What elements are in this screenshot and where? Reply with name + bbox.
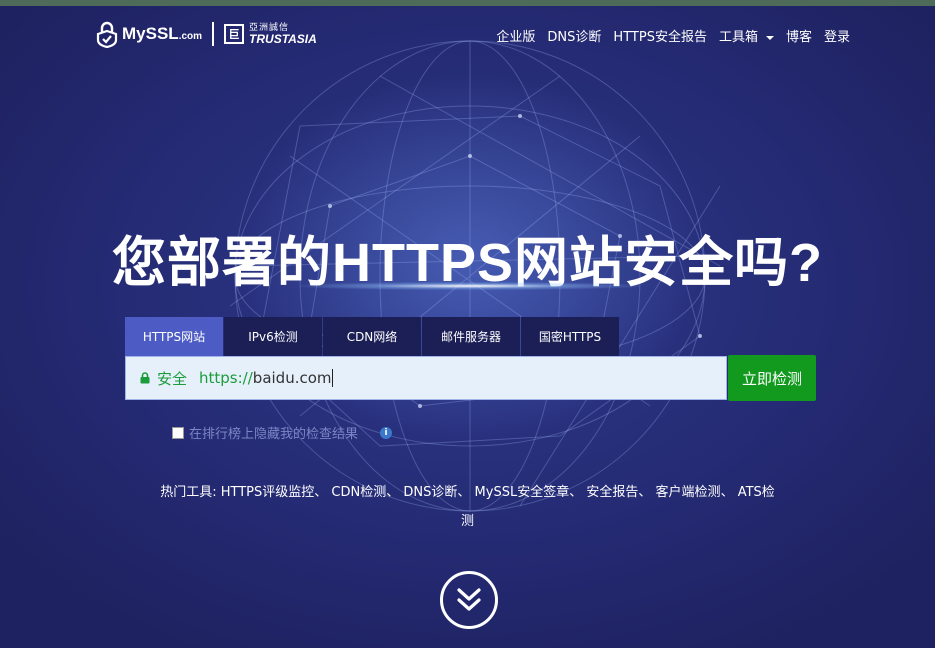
separator: 、 (386, 485, 400, 500)
caret-down-icon (765, 35, 774, 40)
hot-tool-link[interactable]: MySSL安全签章 (475, 485, 570, 500)
padlock-icon (140, 372, 150, 384)
hot-tools: 热门工具: HTTPS评级监控、 CDN检测、 DNS诊断、 MySSL安全签章… (160, 478, 775, 536)
tab-sm-https[interactable]: 国密HTTPS (521, 317, 619, 356)
url-value[interactable]: baidu.com (253, 369, 332, 387)
myssl-logo[interactable]: MySSL.com 巨 亞洲誠信 TRUSTASIA (96, 20, 317, 48)
scroll-down-button[interactable] (440, 571, 498, 629)
separator: 、 (569, 485, 583, 500)
nav-https-report[interactable]: HTTPS安全报告 (613, 26, 707, 45)
trustasia-en: TRUSTASIA (249, 31, 317, 46)
hide-result-option: 在排行榜上隐藏我的检查结果 i (172, 423, 393, 442)
tab-ipv6-check[interactable]: IPv6检测 (224, 317, 322, 356)
check-type-tabs: HTTPS网站 IPv6检测 CDN网络 邮件服务器 国密HTTPS (125, 317, 619, 356)
tab-https-site[interactable]: HTTPS网站 (125, 317, 223, 356)
hot-tool-link[interactable]: HTTPS评级监控 (221, 485, 315, 500)
nav-toolbox[interactable]: 工具箱 (719, 26, 774, 45)
hot-tool-link[interactable]: CDN检测 (331, 485, 386, 500)
hide-result-checkbox[interactable] (172, 426, 184, 439)
hot-tool-link[interactable]: DNS诊断 (403, 485, 457, 500)
nav-enterprise[interactable]: 企业版 (496, 26, 535, 45)
tab-mail-server[interactable]: 邮件服务器 (422, 317, 520, 356)
secure-indicator: 安全 (140, 368, 187, 389)
logo-divider (212, 22, 215, 46)
headline-glow (300, 282, 640, 290)
text-cursor (331, 369, 333, 387)
nav-login[interactable]: 登录 (824, 26, 850, 45)
separator: 、 (314, 485, 328, 500)
separator: 、 (638, 485, 652, 500)
secure-label: 安全 (157, 369, 188, 388)
separator: 、 (720, 485, 734, 500)
url-input[interactable]: 安全 https:// baidu.com (125, 356, 727, 400)
double-chevron-down-icon (457, 588, 481, 611)
hide-result-label[interactable]: 在排行榜上隐藏我的检查结果 (189, 423, 358, 442)
hot-tools-label: 热门工具: (160, 485, 217, 500)
nav-dns-diagnosis[interactable]: DNS诊断 (547, 26, 601, 45)
separator: 、 (457, 485, 471, 500)
hot-tool-link[interactable]: 客户端检测 (656, 485, 721, 500)
trustasia-icon: 巨 (224, 24, 245, 44)
hot-tool-link[interactable]: 安全报告 (586, 485, 638, 500)
top-nav: 企业版 DNS诊断 HTTPS安全报告 工具箱 博客 登录 (496, 26, 850, 45)
check-now-button[interactable]: 立即检测 (728, 355, 816, 401)
nav-blog[interactable]: 博客 (786, 26, 812, 45)
url-scheme: https:// (199, 369, 253, 387)
lock-icon (96, 21, 118, 48)
info-icon[interactable]: i (380, 426, 393, 439)
trustasia-logo: 亞洲誠信 TRUSTASIA (249, 23, 317, 46)
logo-text: MySSL.com (122, 24, 203, 43)
tab-cdn-network[interactable]: CDN网络 (323, 317, 421, 356)
